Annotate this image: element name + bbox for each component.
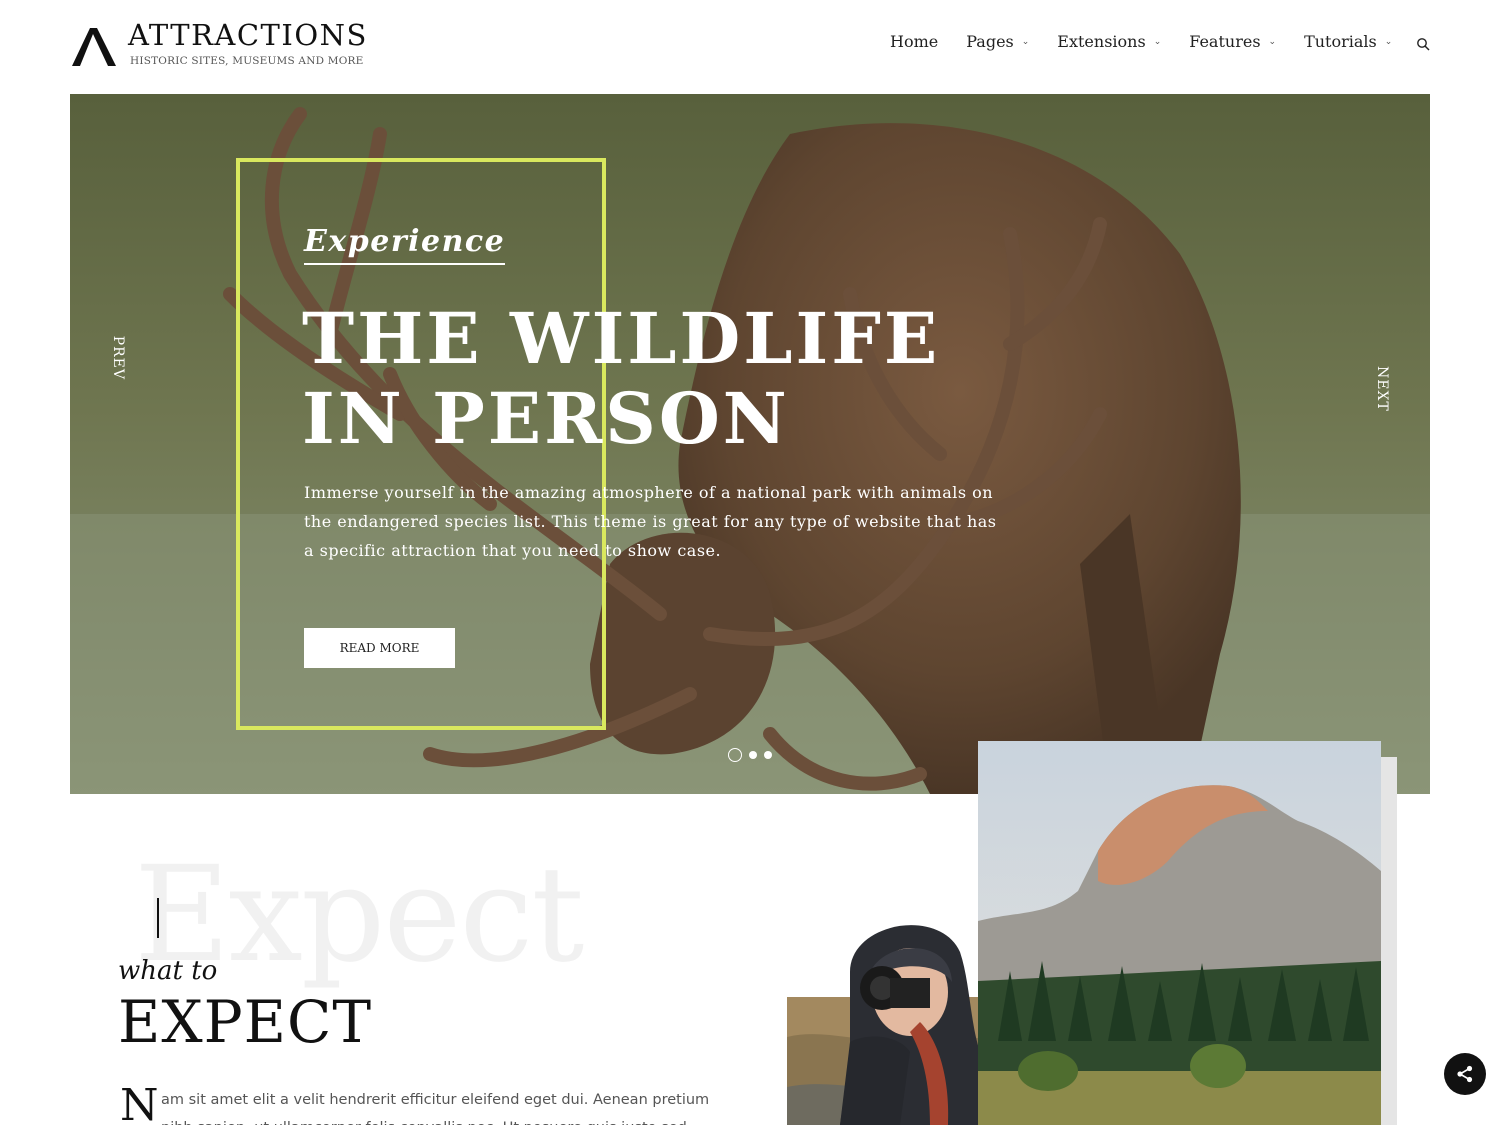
slider-pagination <box>728 748 772 762</box>
section-subtitle: what to <box>118 956 218 986</box>
hero-title-line: IN PERSON <box>302 377 790 460</box>
nav-item-features[interactable]: Features ⌄ <box>1189 32 1276 51</box>
chevron-down-icon: ⌄ <box>1021 36 1030 47</box>
nav-item-tutorials[interactable]: Tutorials ⌄ <box>1304 32 1392 51</box>
hero-title: THE WILDLIFE IN PERSON <box>302 299 940 459</box>
section-heading: EXPECT <box>118 988 373 1056</box>
chevron-down-icon: ⌄ <box>1268 36 1277 47</box>
slider-dot-3[interactable] <box>764 751 772 759</box>
nav-label: Pages <box>966 32 1014 51</box>
half-dome-image <box>978 741 1381 1125</box>
hero-title-line: THE WILDLIFE <box>302 297 941 380</box>
hero-kicker: Experience <box>304 224 506 265</box>
nav-item-home[interactable]: Home <box>890 32 938 51</box>
share-button[interactable] <box>1444 1053 1486 1095</box>
nav-label: Features <box>1189 32 1261 51</box>
nav-item-extensions[interactable]: Extensions ⌄ <box>1057 32 1161 51</box>
search-icon[interactable] <box>1416 37 1430 51</box>
prev-label: PREV <box>110 335 126 380</box>
site-title[interactable]: ATTRACTIONS <box>128 18 368 52</box>
read-more-button[interactable]: READ MORE <box>304 628 455 668</box>
hero-slider: Experience THE WILDLIFE IN PERSON Immers… <box>70 94 1430 794</box>
nav-label: Extensions <box>1057 32 1146 51</box>
slider-dot-2[interactable] <box>749 751 757 759</box>
lambda-logo-icon[interactable] <box>70 24 118 68</box>
nav-label: Home <box>890 32 939 51</box>
site-tagline: HISTORIC SITES, MUSEUMS AND MORE <box>130 55 364 67</box>
slider-next-button[interactable]: NEXT <box>1374 366 1390 412</box>
chevron-down-icon: ⌄ <box>1384 36 1393 47</box>
hero-description: Immerse yourself in the amazing atmosphe… <box>304 483 997 560</box>
share-icon <box>1457 1065 1473 1083</box>
main-nav: Home Pages ⌄ Extensions ⌄ Features ⌄ Tutori… <box>890 32 1420 51</box>
chevron-down-icon: ⌄ <box>1153 36 1162 47</box>
nav-item-pages[interactable]: Pages ⌄ <box>966 32 1029 51</box>
nav-label: Tutorials <box>1304 32 1377 51</box>
slider-dot-1[interactable] <box>728 748 742 762</box>
site-header: ATTRACTIONS HISTORIC SITES, MUSEUMS AND … <box>0 0 1500 94</box>
heading-divider <box>157 898 159 938</box>
photographer-image <box>840 925 990 1125</box>
dropcap: N <box>120 1080 159 1125</box>
section-body-text: am sit amet elit a velit hendrerit effic… <box>161 1092 710 1125</box>
slider-prev-button[interactable]: PREV <box>110 336 126 380</box>
